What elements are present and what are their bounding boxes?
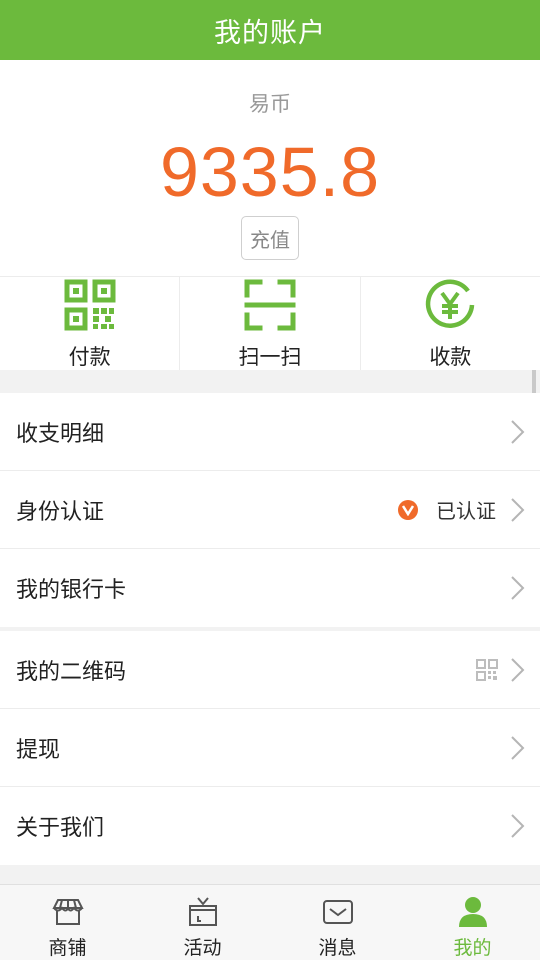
chevron-right-icon: [511, 657, 525, 682]
scan-label: 扫一扫: [238, 345, 302, 369]
shop-icon: [51, 895, 84, 929]
nav-label: 我的: [453, 937, 492, 959]
menu-item-identity[interactable]: 身份认证 已认证: [0, 471, 540, 549]
small-qr-icon: [476, 658, 498, 681]
menu-group-account: 收支明细 身份认证 已认证 我的银行卡: [0, 393, 540, 627]
nav-tab-activity[interactable]: 活动: [135, 885, 270, 960]
recharge-button[interactable]: 充值: [241, 216, 299, 260]
chevron-right-icon: [511, 576, 525, 600]
nav-label: 活动: [183, 937, 222, 959]
chevron-right-icon: [511, 497, 525, 522]
nav-label: 商铺: [48, 937, 87, 959]
receive-label: 收款: [429, 345, 472, 369]
pay-action[interactable]: 付款: [0, 277, 179, 370]
chevron-right-icon: [511, 814, 525, 838]
menu-item-label: 我的银行卡: [16, 578, 127, 603]
receive-action[interactable]: 收款: [359, 277, 540, 370]
yen-circle-icon: [424, 279, 476, 331]
verified-text: 已认证: [436, 499, 496, 523]
quick-actions: 付款 扫一扫 收款: [0, 276, 540, 370]
menu-item-about-us[interactable]: 关于我们: [0, 787, 540, 865]
menu-item-transactions[interactable]: 收支明细: [0, 393, 540, 471]
message-icon: [322, 895, 354, 929]
chevron-right-icon: [511, 735, 525, 760]
qr-code-icon: [64, 279, 116, 331]
menu-item-bank-card[interactable]: 我的银行卡: [0, 549, 540, 627]
balance-section: 易币 9335.8 充值: [0, 60, 540, 276]
chevron-right-icon: [511, 419, 525, 444]
menu-item-label: 身份认证: [16, 499, 105, 525]
verified-status: 已认证: [398, 495, 496, 524]
menu-item-label: 收支明细: [16, 421, 105, 447]
gift-icon: [187, 895, 219, 929]
currency-label: 易币: [249, 92, 291, 116]
menu-item-label: 我的二维码: [16, 659, 127, 685]
balance-amount: 9335.8: [159, 133, 381, 211]
menu-item-withdraw[interactable]: 提现: [0, 709, 540, 787]
page-title: 我的账户: [214, 17, 326, 49]
menu-item-label: 提现: [16, 737, 61, 763]
menu-item-label: 关于我们: [16, 816, 105, 841]
nav-tab-mine[interactable]: 我的: [405, 885, 540, 960]
nav-label: 消息: [318, 937, 357, 959]
menu-group-more: 我的二维码 提现 关于我们: [0, 631, 540, 865]
scan-action[interactable]: 扫一扫: [179, 277, 359, 370]
person-icon: [457, 895, 489, 929]
header-bar: 我的账户: [0, 0, 540, 60]
scan-frame-icon: [244, 279, 296, 331]
nav-tab-shop[interactable]: 商铺: [0, 885, 135, 960]
bottom-nav: 商铺 活动 消息 我的: [0, 884, 540, 960]
nav-tab-messages[interactable]: 消息: [270, 885, 405, 960]
menu-item-my-qrcode[interactable]: 我的二维码: [0, 631, 540, 709]
verified-check-icon: [398, 499, 418, 520]
app-root: 我的账户 易币 9335.8 充值 付款 扫一扫 收款 收支明细 身份认证 已认…: [0, 0, 540, 960]
pay-label: 付款: [68, 345, 111, 369]
